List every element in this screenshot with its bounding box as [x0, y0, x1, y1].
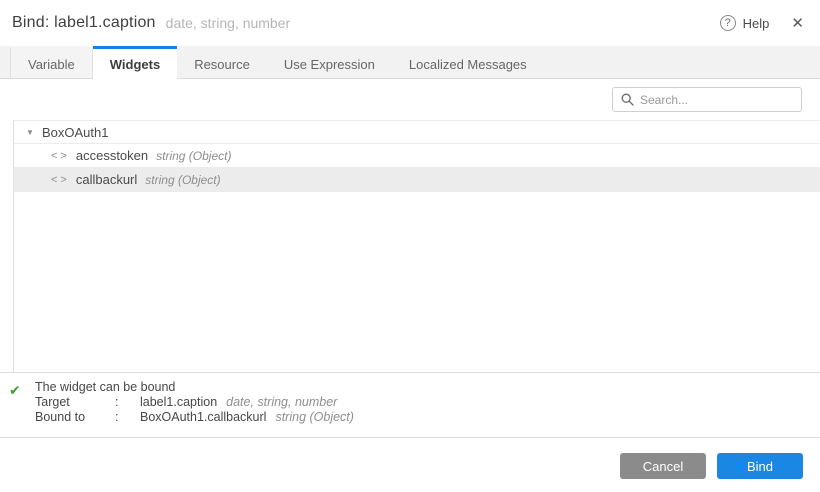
tab-resource[interactable]: Resource — [177, 46, 267, 79]
check-icon: ✔ — [9, 382, 21, 399]
tree-node-accesstoken[interactable]: <> accesstoken string (Object) — [14, 144, 820, 168]
status-message: The widget can be bound — [35, 380, 820, 395]
status-target-row: Target : label1.caption date, string, nu… — [35, 395, 820, 410]
code-icon: <> — [51, 150, 70, 162]
cancel-button[interactable]: Cancel — [620, 453, 706, 479]
code-icon: <> — [51, 174, 70, 186]
tree-node-label[interactable]: callbackurl — [76, 172, 137, 187]
tree-node-label[interactable]: accesstoken — [76, 148, 148, 163]
status-colon: : — [115, 410, 140, 425]
dialog-title: Bind: label1.caption — [12, 14, 156, 32]
caret-down-icon[interactable]: ▼ — [26, 128, 36, 137]
widget-tree: ▼ BoxOAuth1 <> accesstoken string (Objec… — [13, 120, 820, 372]
tree-node-root[interactable]: ▼ BoxOAuth1 — [14, 120, 820, 144]
header-actions: ? Help ✕ — [720, 14, 804, 32]
status-target-label: Target — [35, 395, 115, 410]
status-target-value: label1.caption — [140, 395, 217, 410]
tab-widgets[interactable]: Widgets — [93, 46, 177, 79]
bind-status: ✔ The widget can be bound Target : label… — [0, 372, 820, 437]
help-button[interactable]: ? Help — [720, 15, 770, 31]
help-label[interactable]: Help — [743, 16, 770, 31]
status-lines: The widget can be bound Target : label1.… — [35, 380, 820, 425]
help-icon[interactable]: ? — [720, 15, 736, 31]
status-colon: : — [115, 395, 140, 410]
tree-node-type: string (Object) — [156, 149, 231, 163]
status-boundto-label: Bound to — [35, 410, 115, 425]
search-icon — [621, 93, 634, 106]
close-icon[interactable]: ✕ — [791, 14, 804, 32]
tab-bar: Variable Widgets Resource Use Expression… — [0, 46, 820, 79]
tree-node-callbackurl[interactable]: <> callbackurl string (Object) — [14, 168, 820, 192]
search-input[interactable] — [640, 93, 793, 107]
search-box[interactable] — [612, 87, 802, 112]
dialog-header: Bind: label1.caption date, string, numbe… — [0, 0, 820, 46]
bind-button[interactable]: Bind — [717, 453, 803, 479]
status-boundto-value: BoxOAuth1.callbackurl — [140, 410, 266, 425]
status-boundto-hint: string (Object) — [275, 410, 354, 425]
tree-node-label[interactable]: BoxOAuth1 — [42, 125, 109, 140]
status-boundto-row: Bound to : BoxOAuth1.callbackurl string … — [35, 410, 820, 425]
tab-use-expression[interactable]: Use Expression — [267, 46, 392, 79]
action-button-bar: Cancel Bind — [0, 437, 820, 492]
tab-variable[interactable]: Variable — [10, 46, 93, 79]
dialog-title-hint: date, string, number — [166, 15, 291, 31]
status-target-hint: date, string, number — [226, 395, 337, 410]
bind-dialog: Bind: label1.caption date, string, numbe… — [0, 0, 820, 492]
search-toolbar — [0, 79, 820, 120]
tree-node-type: string (Object) — [145, 173, 220, 187]
tab-localized-messages[interactable]: Localized Messages — [392, 46, 544, 79]
